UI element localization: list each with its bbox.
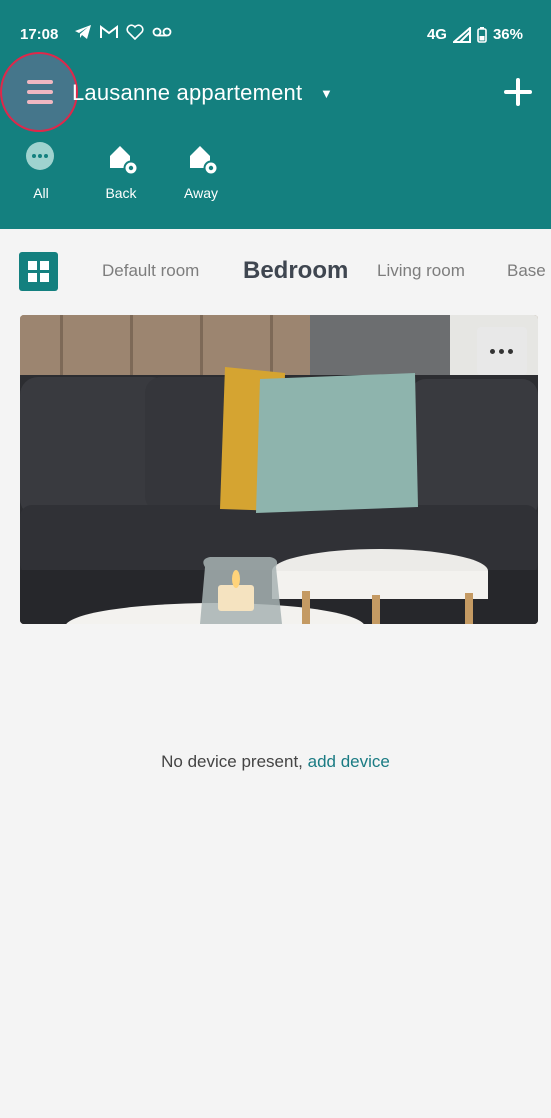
gmail-icon (100, 25, 118, 38)
scene-back[interactable]: Back (91, 142, 151, 201)
more-options-button[interactable] (477, 327, 527, 375)
app-header: 17:08 4G 36% Lausanne appartement ▼ All … (0, 0, 551, 229)
tab-default-room[interactable]: Default room (102, 261, 199, 281)
add-device-link[interactable]: add device (308, 752, 390, 771)
heart-icon (126, 24, 144, 40)
notification-icons (74, 24, 172, 40)
living-room-photo (20, 315, 538, 624)
room-grid-icon[interactable] (19, 252, 58, 291)
signal-icon (452, 26, 471, 43)
home-settings-icon (106, 142, 139, 176)
empty-state-text: No device present, (161, 752, 308, 771)
scene-away[interactable]: Away (171, 142, 231, 201)
status-time: 17:08 (20, 26, 59, 43)
home-selector[interactable]: Lausanne appartement (72, 80, 302, 106)
scene-all[interactable]: All (11, 142, 71, 201)
status-right: 4G 36% (427, 26, 523, 43)
telegram-icon (75, 25, 91, 39)
tab-living-room[interactable]: Living room (377, 261, 465, 281)
room-cover-image (20, 315, 538, 624)
battery-icon (477, 26, 487, 43)
dropdown-caret-icon[interactable]: ▼ (320, 86, 333, 101)
voicemail-icon (152, 27, 172, 37)
scene-label: Back (105, 185, 137, 201)
status-bar: 17:08 4G 36% (0, 0, 551, 70)
empty-state: No device present, add device (0, 752, 551, 772)
home-settings-icon (186, 142, 219, 176)
scene-label: Away (184, 185, 218, 201)
hamburger-menu-icon[interactable] (0, 52, 78, 132)
scene-label: All (33, 185, 49, 201)
more-dots-icon (26, 142, 56, 172)
plus-icon[interactable] (502, 76, 534, 108)
tab-bedroom[interactable]: Bedroom (243, 257, 348, 285)
battery-percent: 36% (492, 26, 523, 43)
room-tabs: Default room Bedroom Living room Base (0, 248, 551, 294)
tab-base[interactable]: Base (507, 261, 546, 281)
network-label: 4G (426, 26, 447, 43)
